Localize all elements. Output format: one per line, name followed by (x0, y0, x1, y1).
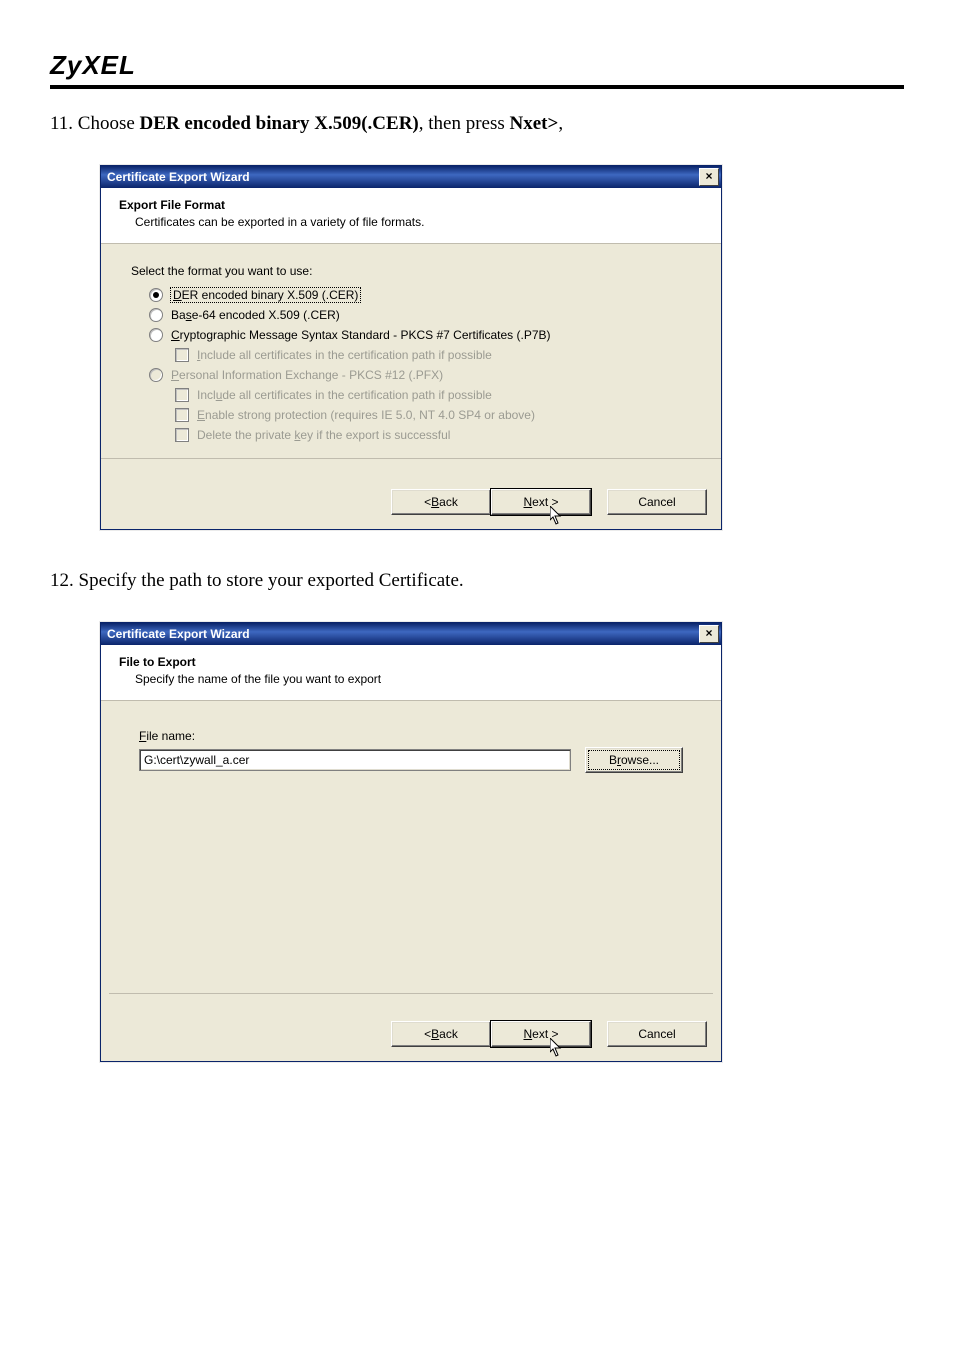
label-rest: ack (439, 495, 458, 509)
label-pre: Incl (197, 388, 216, 402)
titlebar-text: Certificate Export Wizard (107, 170, 250, 184)
option-der-label: DER encoded binary X.509 (.CER) (171, 288, 360, 302)
close-icon[interactable]: × (699, 625, 719, 643)
option-p7b[interactable]: Cryptographic Message Syntax Standard - … (149, 328, 691, 342)
checkbox-icon (175, 428, 189, 442)
option-der[interactable]: DER encoded binary X.509 (.CER) (149, 288, 691, 302)
label-rest: ER encoded binary X.509 (.CER) (182, 288, 359, 302)
label-rest: ryptographic Message Syntax Standard - P… (180, 328, 551, 342)
mnemonic: N (523, 495, 532, 509)
separator (109, 993, 713, 994)
checkbox-icon (175, 388, 189, 402)
label-pre: Ba (171, 308, 186, 322)
label-rest: ersonal Information Exchange - PKCS #12 … (179, 368, 443, 382)
next-button[interactable]: Next > (491, 489, 591, 515)
sub-delete-key: Delete the private key if the export is … (175, 428, 691, 442)
close-icon[interactable]: × (699, 168, 719, 186)
sub-include-p7b: Include all certificates in the certific… (175, 348, 691, 362)
wizard-body: Select the format you want to use: DER e… (101, 244, 721, 477)
mnemonic: P (171, 368, 179, 382)
radio-icon (149, 368, 163, 382)
label-pre: Delete the private (197, 428, 294, 442)
separator (101, 458, 721, 459)
sub-strong-protection-label: Enable strong protection (requires IE 5.… (197, 408, 535, 422)
titlebar-text: Certificate Export Wizard (107, 627, 250, 641)
label-rest: ext > (532, 495, 558, 509)
cancel-button[interactable]: Cancel (607, 1021, 707, 1047)
titlebar: Certificate Export Wizard × (101, 623, 721, 645)
wizard-header: File to Export Specify the name of the f… (101, 645, 721, 701)
sub-include-pfx: Include all certificates in the certific… (175, 388, 691, 402)
wizard-header-title: Export File Format (119, 198, 703, 212)
label-pre: B (609, 753, 617, 767)
dialog-export-format: Certificate Export Wizard × Export File … (100, 165, 722, 530)
label-rest: nclude all certificates in the certifica… (200, 348, 492, 362)
radio-icon[interactable] (149, 308, 163, 322)
button-bar: < Back Next > Cancel (101, 1009, 721, 1061)
radio-icon[interactable] (149, 288, 163, 302)
label-rest: owse... (621, 753, 659, 767)
label-rest: ack (439, 1027, 458, 1041)
radio-icon[interactable] (149, 328, 163, 342)
option-base64-label: Base-64 encoded X.509 (.CER) (171, 308, 340, 322)
instruction-11-mid: , then press (419, 113, 510, 134)
back-button[interactable]: < Back (391, 489, 491, 515)
wizard-header-title: File to Export (119, 655, 703, 669)
mnemonic: E (197, 408, 205, 422)
cursor-icon (550, 506, 565, 526)
mnemonic: N (523, 1027, 532, 1041)
instruction-11-prefix: 11. Choose (50, 113, 140, 134)
button-bar: < Back Next > Cancel (101, 477, 721, 529)
instruction-11-suffix: , (558, 113, 563, 134)
option-p7b-label: Cryptographic Message Syntax Standard - … (171, 328, 551, 342)
instruction-11-bold1: DER encoded binary X.509(.CER) (140, 113, 419, 134)
mnemonic: B (431, 1027, 439, 1041)
instruction-11-bold2: Nxet> (510, 113, 559, 134)
option-pfx-label: Personal Information Exchange - PKCS #12… (171, 368, 443, 382)
instruction-11: 11. Choose DER encoded binary X.509(.CER… (50, 113, 904, 135)
option-pfx: Personal Information Exchange - PKCS #12… (149, 368, 691, 382)
dialog-file-to-export: Certificate Export Wizard × File to Expo… (100, 622, 722, 1062)
label-rest: ey if the export is successful (300, 428, 450, 442)
format-section-label: Select the format you want to use: (131, 264, 691, 278)
label-rest: e-64 encoded X.509 (.CER) (192, 308, 340, 322)
label-rest: nable strong protection (requires IE 5.0… (205, 408, 535, 422)
label-rest: ile name: (146, 729, 195, 743)
cancel-button[interactable]: Cancel (607, 489, 707, 515)
brand-logo: ZyXEL (50, 50, 904, 81)
sub-include-pfx-label: Include all certificates in the certific… (197, 388, 492, 402)
mnemonic: B (431, 495, 439, 509)
mnemonic: D (173, 288, 182, 302)
mnemonic: C (171, 328, 180, 342)
browse-button[interactable]: Browse... (585, 747, 683, 773)
label-pre: < (424, 1027, 431, 1041)
wizard-header-subtitle: Certificates can be exported in a variet… (135, 215, 703, 229)
checkbox-icon (175, 408, 189, 422)
label-rest: de all certificates in the certification… (222, 388, 491, 402)
file-name-label: File name: (139, 729, 683, 743)
wizard-body: File name: Browse... (101, 701, 721, 1009)
file-name-input[interactable] (139, 749, 571, 771)
instruction-12: 12. Specify the path to store your expor… (50, 570, 904, 592)
checkbox-icon (175, 348, 189, 362)
back-button[interactable]: < Back (391, 1021, 491, 1047)
option-base64[interactable]: Base-64 encoded X.509 (.CER) (149, 308, 691, 322)
sub-delete-key-label: Delete the private key if the export is … (197, 428, 450, 442)
wizard-header: Export File Format Certificates can be e… (101, 188, 721, 244)
cursor-icon (550, 1038, 565, 1058)
sub-strong-protection: Enable strong protection (requires IE 5.… (175, 408, 691, 422)
label-rest: ext > (532, 1027, 558, 1041)
label-pre: < (424, 495, 431, 509)
sub-include-p7b-label: Include all certificates in the certific… (197, 348, 492, 362)
next-button[interactable]: Next > (491, 1021, 591, 1047)
titlebar: Certificate Export Wizard × (101, 166, 721, 188)
wizard-header-subtitle: Specify the name of the file you want to… (135, 672, 703, 686)
brand-rule (50, 85, 904, 89)
